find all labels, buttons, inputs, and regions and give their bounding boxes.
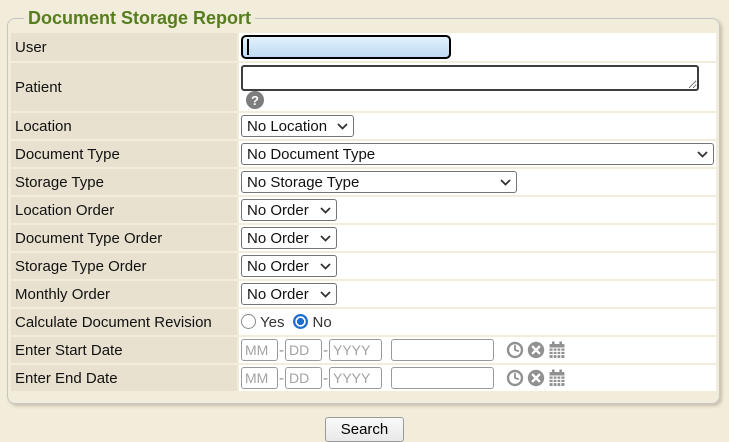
chevron-down-icon [337, 123, 348, 130]
calendar-icon[interactable] [548, 369, 566, 387]
date-separator: - [323, 370, 328, 387]
table-row: Location No Location [11, 113, 716, 139]
help-icon[interactable]: ? [246, 91, 264, 109]
chevron-down-icon [320, 235, 331, 242]
end-date-month-input[interactable] [241, 367, 278, 389]
field-label-user: User [15, 39, 47, 56]
field-label-monthly-order: Monthly Order [15, 286, 110, 303]
field-label-document-type: Document Type [15, 146, 120, 163]
location-select[interactable]: No Location [241, 115, 354, 137]
monthly-order-select-value: No Order [247, 286, 309, 303]
field-label-storage-type-order: Storage Type Order [15, 258, 146, 275]
location-order-select[interactable]: No Order [241, 199, 337, 221]
storage-type-order-select[interactable]: No Order [241, 255, 337, 277]
field-label-end-date: Enter End Date [15, 370, 118, 387]
start-date-month-input[interactable] [241, 339, 278, 361]
field-label-storage-type: Storage Type [15, 174, 104, 191]
start-date-year-input[interactable] [329, 339, 382, 361]
start-date-extra-input[interactable] [391, 339, 494, 361]
table-row: Storage Type No Storage Type [11, 169, 716, 195]
radio-yes[interactable] [241, 314, 256, 329]
calendar-icon[interactable] [548, 341, 566, 359]
clock-icon[interactable] [506, 369, 524, 387]
chevron-down-icon [320, 263, 331, 270]
document-type-order-select[interactable]: No Order [241, 227, 337, 249]
field-label-patient: Patient [15, 79, 62, 96]
table-row: Calculate Document Revision Yes No [11, 309, 716, 335]
document-type-order-select-value: No Order [247, 230, 309, 247]
radio-no[interactable] [293, 314, 308, 329]
date-separator: - [323, 342, 328, 359]
chevron-down-icon [697, 151, 708, 158]
table-row: Enter End Date - - [11, 365, 716, 391]
start-date-day-input[interactable] [285, 339, 322, 361]
end-date-day-input[interactable] [285, 367, 322, 389]
patient-input[interactable] [241, 65, 699, 91]
page-title: Document Storage Report [24, 8, 255, 29]
document-type-select[interactable]: No Document Type [241, 143, 714, 165]
table-row: Document Type No Document Type [11, 141, 716, 167]
table-row: Monthly Order No Order [11, 281, 716, 307]
chevron-down-icon [320, 207, 331, 214]
report-fieldset: Document Storage Report User Patient ? L… [7, 8, 720, 404]
table-row: Enter Start Date - - [11, 337, 716, 363]
text-caret [247, 39, 249, 55]
field-label-location: Location [15, 118, 72, 135]
clock-icon[interactable] [506, 341, 524, 359]
field-label-calculate-document-revision: Calculate Document Revision [15, 314, 212, 331]
table-row: Location Order No Order [11, 197, 716, 223]
field-label-document-type-order: Document Type Order [15, 230, 162, 247]
location-order-select-value: No Order [247, 202, 309, 219]
end-date-year-input[interactable] [329, 367, 382, 389]
table-row: User [11, 33, 716, 61]
document-type-select-value: No Document Type [247, 146, 375, 163]
monthly-order-select[interactable]: No Order [241, 283, 337, 305]
radio-yes-label: Yes [260, 314, 284, 331]
field-label-start-date: Enter Start Date [15, 342, 123, 359]
storage-type-select[interactable]: No Storage Type [241, 171, 517, 193]
field-label-location-order: Location Order [15, 202, 114, 219]
chevron-down-icon [500, 179, 511, 186]
storage-type-order-select-value: No Order [247, 258, 309, 275]
table-row: Storage Type Order No Order [11, 253, 716, 279]
chevron-down-icon [320, 291, 331, 298]
table-row: Document Type Order No Order [11, 225, 716, 251]
search-button[interactable]: Search [325, 417, 405, 442]
clear-icon[interactable] [527, 369, 545, 387]
date-separator: - [279, 342, 284, 359]
end-date-extra-input[interactable] [391, 367, 494, 389]
table-row: Patient ? [11, 63, 716, 111]
clear-icon[interactable] [527, 341, 545, 359]
storage-type-select-value: No Storage Type [247, 174, 359, 191]
date-separator: - [279, 370, 284, 387]
report-form-table: User Patient ? Location No Location [9, 31, 718, 393]
location-select-value: No Location [247, 118, 327, 135]
user-input[interactable] [241, 35, 451, 59]
radio-no-label: No [312, 314, 331, 331]
